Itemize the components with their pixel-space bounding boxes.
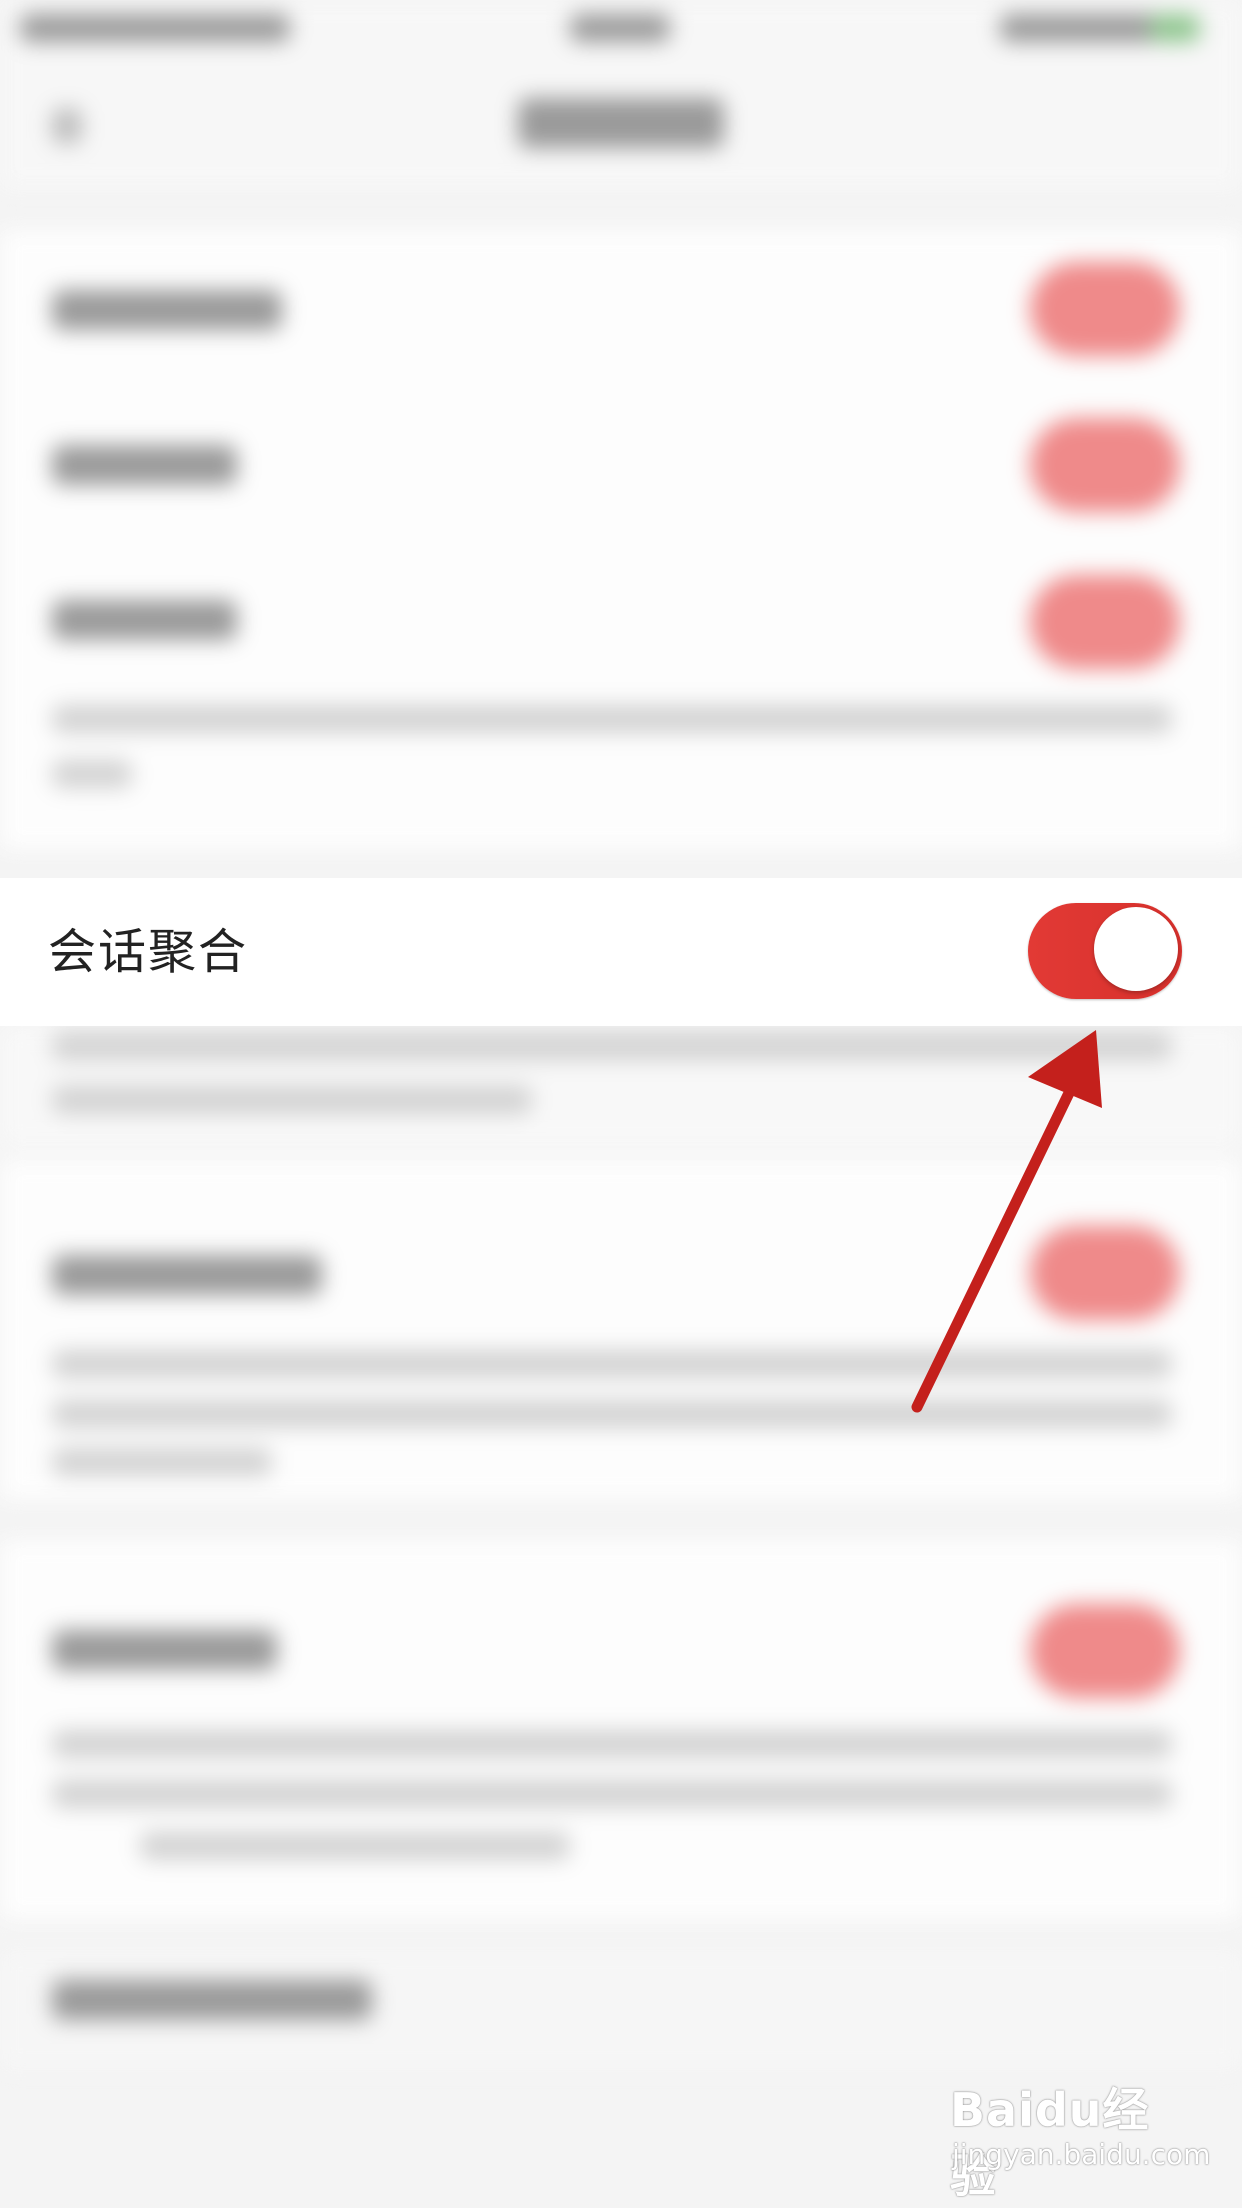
arrow-shaft <box>911 1056 1090 1413</box>
watermark: Baidu经验 jingyan.baidu.com <box>950 2074 1210 2203</box>
watermark-url: jingyan.baidu.com <box>952 2138 1211 2171</box>
annotation-arrow-icon <box>911 1030 1102 1413</box>
